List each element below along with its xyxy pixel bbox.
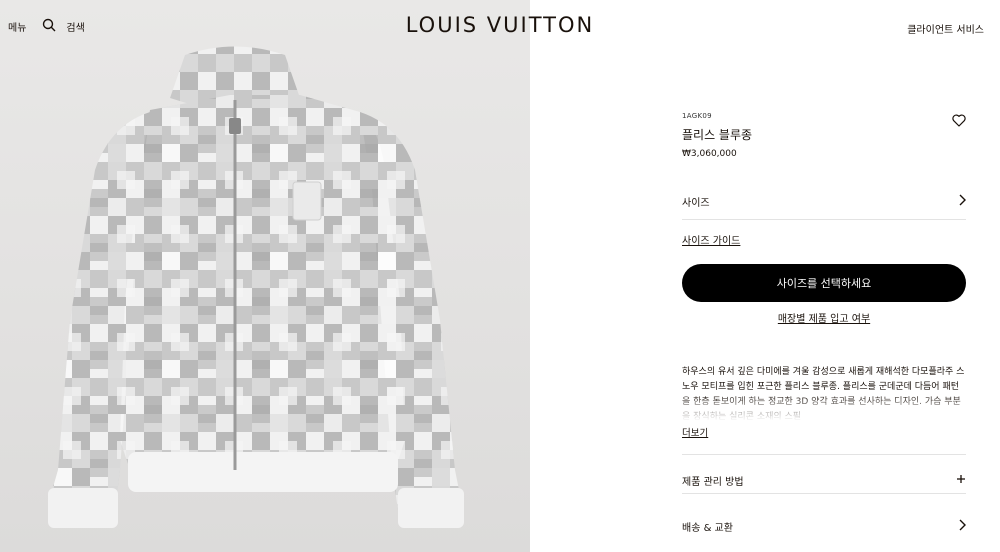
wishlist-button[interactable] — [952, 112, 966, 131]
product-price: ₩3,060,000 — [682, 149, 737, 159]
product-info-panel: 1AGK09 플리스 블루종 ₩3,060,000 사이즈 사이즈 가이드 사이… — [682, 112, 966, 536]
size-label: 사이즈 — [682, 197, 710, 209]
care-label: 제품 관리 방법 — [682, 476, 744, 488]
chevron-right-icon — [958, 194, 966, 209]
site-header: 메뉴 검색 LOUIS VUITTON 클라이언트 서비스 — [0, 0, 1000, 56]
read-more-link[interactable]: 더보기 — [682, 425, 708, 439]
chevron-right-icon — [958, 519, 966, 534]
client-service-link[interactable]: 클라이언트 서비스 — [907, 21, 984, 36]
care-accordion[interactable]: 제품 관리 방법 — [682, 454, 966, 494]
brand-logo[interactable]: LOUIS VUITTON — [0, 13, 1000, 37]
heart-icon — [952, 112, 966, 131]
plus-icon — [956, 474, 966, 487]
product-description: 하우스의 유서 깊은 다미에를 겨울 감성으로 새롭게 재해석한 다모플라주 스… — [682, 367, 966, 421]
size-guide-link[interactable]: 사이즈 가이드 — [682, 232, 740, 247]
jacket-illustration — [48, 46, 464, 528]
shipping-label: 배송 & 교환 — [682, 522, 733, 534]
product-sku: 1AGK09 — [682, 112, 712, 120]
product-title: 플리스 블루종 — [682, 128, 753, 142]
store-stock-link[interactable]: 매장별 제품 입고 여부 — [682, 310, 966, 325]
select-size-button[interactable]: 사이즈를 선택하세요 — [682, 264, 966, 302]
product-image — [0, 0, 530, 552]
shipping-accordion[interactable]: 배송 & 교환 — [682, 516, 966, 536]
size-selector[interactable]: 사이즈 — [682, 191, 966, 220]
